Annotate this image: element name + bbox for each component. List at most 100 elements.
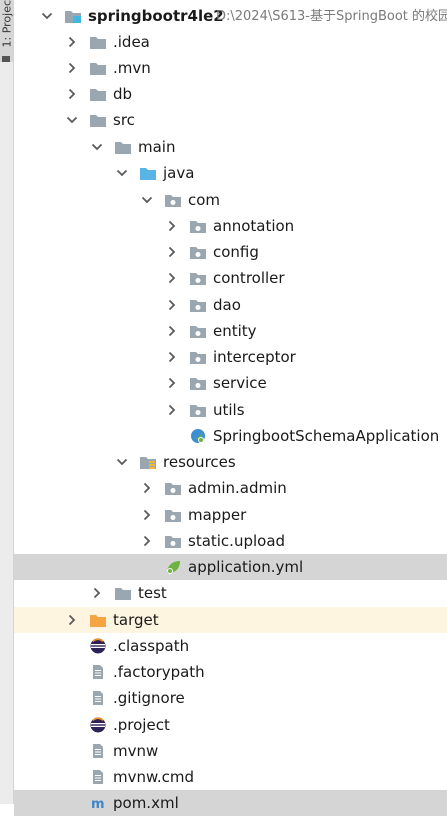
folder-orange-icon [89,612,107,628]
folder-blue-icon [139,165,157,181]
tree-row-service[interactable]: service [14,370,447,396]
tree-row-config[interactable]: config [14,239,447,265]
chevron-right-icon[interactable] [66,88,78,100]
tree-row-factorypath[interactable]: .factorypath [14,659,447,685]
tree-row-gitignore[interactable]: .gitignore [14,685,447,711]
tree-item-label: springbootr4le2 [88,7,224,25]
package-icon [189,323,207,339]
project-tool-window-tab[interactable]: 1: Project [0,0,14,62]
chevron-right-icon[interactable] [166,220,178,232]
tree-item-label: utils [213,401,245,419]
tree-row-entity[interactable]: entity [14,318,447,344]
package-icon [189,270,207,286]
tree-row-dao[interactable]: dao [14,292,447,318]
tree-row-interceptor[interactable]: interceptor [14,344,447,370]
tree-row-pom-xml[interactable]: m pom.xml [14,790,447,816]
package-icon [164,533,182,549]
tree-item-label: .factorypath [113,663,205,681]
svg-text:m: m [91,797,105,811]
tree-row-java[interactable]: java [14,160,447,186]
tree-item-label: service [213,374,267,392]
package-icon [189,218,207,234]
tree-item-label: dao [213,296,241,314]
tree-item-label: pom.xml [113,794,179,812]
tree-row-annotation[interactable]: annotation [14,213,447,239]
tree-row-com[interactable]: com [14,187,447,213]
chevron-right-icon[interactable] [166,377,178,389]
tree-item-label: application.yml [188,558,304,576]
tree-item-label: mapper [188,506,247,524]
chevron-right-icon[interactable] [166,299,178,311]
folder-icon [89,86,107,102]
tree-row-src[interactable]: src [14,107,447,133]
tree-row-springbootschemaapplication[interactable]: SpringbootSchemaApplication [14,423,447,449]
tree-row-target[interactable]: target [14,607,447,633]
chevron-right-icon[interactable] [141,535,153,547]
tree-row-static-upload[interactable]: static.upload [14,528,447,554]
eclipse-icon [89,638,107,654]
eclipse-icon [89,717,107,733]
tree-item-label: main [138,138,176,156]
chevron-down-icon[interactable] [116,456,128,468]
tree-item-label: annotation [213,217,295,235]
tree-row-idea[interactable]: .idea [14,29,447,55]
tree-item-label: .classpath [113,637,190,655]
chevron-right-icon[interactable] [166,246,178,258]
tree-row-project[interactable]: .project [14,712,447,738]
tree-item-label: entity [213,322,257,340]
chevron-right-icon[interactable] [66,614,78,626]
chevron-down-icon[interactable] [116,167,128,179]
package-icon [164,192,182,208]
chevron-right-icon[interactable] [166,351,178,363]
tree-item-label: mvnw.cmd [113,768,195,786]
tree-item-label: .project [113,716,170,734]
tree-item-label: interceptor [213,348,296,366]
tree-row-controller[interactable]: controller [14,265,447,291]
project-tab-label: 1: Project [0,0,14,48]
tree-row-mvn[interactable]: .mvn [14,55,447,81]
folder-icon [89,60,107,76]
tab-marker-icon [2,56,10,62]
chevron-right-icon[interactable] [91,587,103,599]
tree-item-label: config [213,243,259,261]
tree-row-mvnw-cmd[interactable]: mvnw.cmd [14,764,447,790]
tree-row-main[interactable]: main [14,134,447,160]
tree-row-mvnw[interactable]: mvnw [14,738,447,764]
tree-row-admin-admin[interactable]: admin.admin [14,475,447,501]
chevron-right-icon[interactable] [166,272,178,284]
tree-item-label: static.upload [188,532,286,550]
tree-item-label: .mvn [113,59,151,77]
project-tree[interactable]: springbootr4le2 D:\2024\S613-基于SpringBoot… [14,0,447,816]
folder-icon [89,34,107,50]
tree-row-utils[interactable]: utils [14,397,447,423]
folder-icon [89,112,107,128]
tree-item-label: .gitignore [113,689,185,707]
tree-item-label: db [113,85,133,103]
chevron-right-icon[interactable] [141,509,153,521]
chevron-right-icon[interactable] [166,325,178,337]
chevron-right-icon[interactable] [141,482,153,494]
chevron-right-icon[interactable] [166,404,178,416]
tree-item-label: target [113,611,159,629]
chevron-down-icon[interactable] [91,141,103,153]
package-icon [164,480,182,496]
maven-icon: m [89,795,107,811]
package-icon [164,507,182,523]
tree-item-label: src [113,111,135,129]
tree-item-label: com [188,191,221,209]
text-file-icon [89,743,107,759]
tree-row-springbootr4le2[interactable]: springbootr4le2 D:\2024\S613-基于SpringBoot… [14,3,447,29]
chevron-down-icon[interactable] [66,114,78,126]
resources-folder-icon [139,454,157,470]
chevron-right-icon[interactable] [66,36,78,48]
tree-row-db[interactable]: db [14,81,447,107]
chevron-down-icon[interactable] [141,194,153,206]
chevron-right-icon[interactable] [66,62,78,74]
tree-row-test[interactable]: test [14,580,447,606]
chevron-down-icon[interactable] [41,10,53,22]
tree-row-classpath[interactable]: .classpath [14,633,447,659]
tree-row-resources[interactable]: resources [14,449,447,475]
tree-row-mapper[interactable]: mapper [14,502,447,528]
tree-row-application-yml[interactable]: application.yml [14,554,447,580]
package-icon [189,297,207,313]
